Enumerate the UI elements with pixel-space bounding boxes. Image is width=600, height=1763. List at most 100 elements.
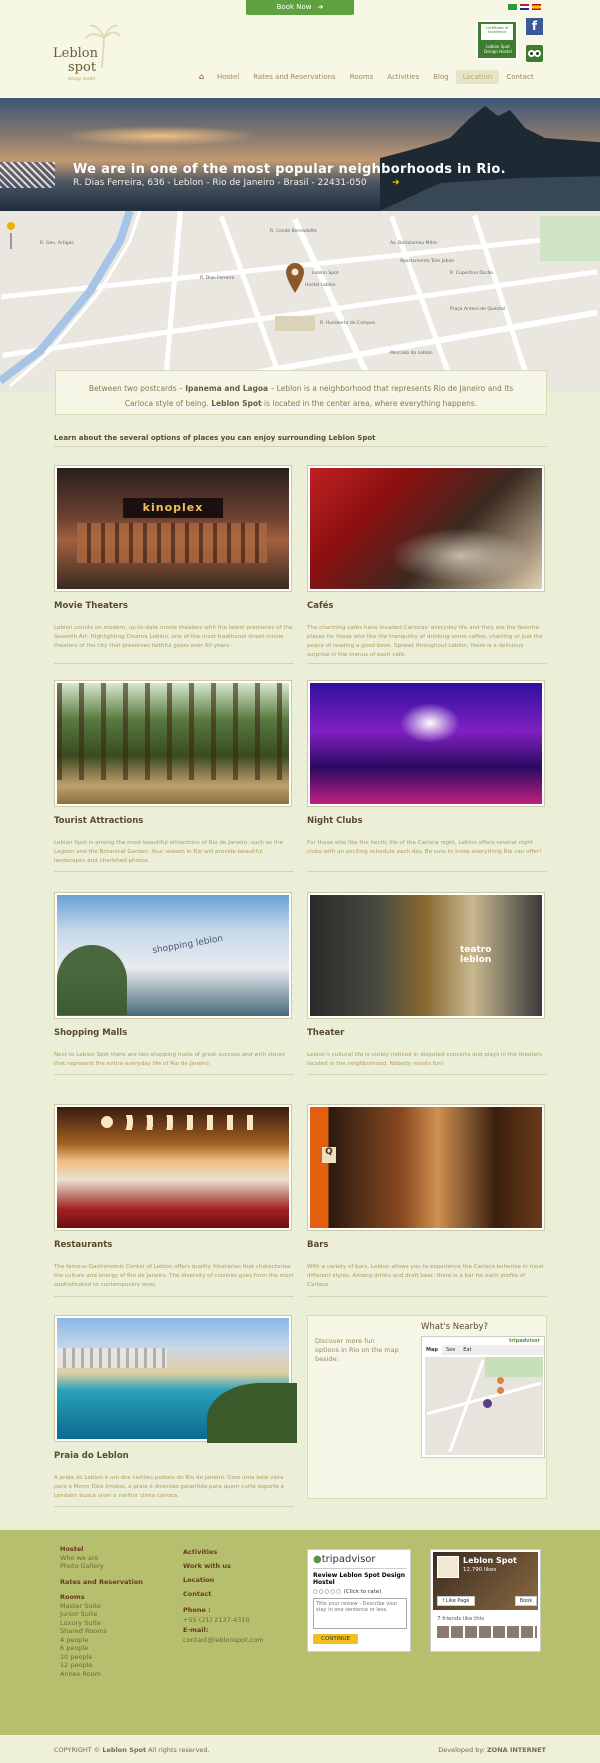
footer-link-location[interactable]: Location — [183, 1573, 293, 1587]
continue-button[interactable]: CONTINUE — [313, 1634, 358, 1644]
copyright-name[interactable]: Leblon Spot — [102, 1746, 146, 1754]
footer-link-who-we-are[interactable]: Who we are — [60, 1554, 170, 1563]
book-now-button[interactable]: Book Now ➜ — [246, 0, 354, 15]
nearby-tabs: Map See Eat — [422, 1345, 544, 1355]
home-icon[interactable]: ⌂ — [196, 70, 210, 84]
divider — [54, 871, 294, 872]
praia-do-leblon-photo[interactable] — [54, 1315, 297, 1443]
footer-link-room[interactable]: Master Suite — [60, 1602, 170, 1611]
nearby-map[interactable] — [425, 1357, 543, 1455]
nav-hostel[interactable]: Hostel — [210, 70, 246, 84]
map-zoom-control[interactable] — [6, 221, 16, 251]
email-link[interactable]: contact@leblonspot.com — [183, 1635, 293, 1645]
owl-icon — [528, 50, 541, 57]
location-map[interactable]: R. Gen. Artigas R. Conde Bernadotte Av. … — [0, 211, 600, 392]
copyright: COPYRIGHT © Leblon Spot All rights reser… — [54, 1746, 210, 1754]
cafes-photo[interactable] — [307, 465, 545, 592]
footer-link-rates[interactable]: Rates and Reservation — [60, 1578, 170, 1587]
movie-theaters-photo[interactable]: kinoplex — [54, 465, 292, 592]
card-desc: Leblon counts on modern, up-to-date movi… — [54, 625, 293, 649]
facebook-page-name[interactable]: Leblon Spot — [463, 1556, 517, 1565]
logo[interactable]: Leblon spot design hostel — [50, 24, 120, 81]
nav-rates[interactable]: Rates and Reservations — [246, 70, 343, 84]
card-title-night-clubs[interactable]: Night Clubs — [307, 816, 363, 826]
tripadvisor-logo: ●tripadvisor — [313, 1554, 376, 1565]
footer-link-room[interactable]: 6 people — [60, 1644, 170, 1653]
divider — [54, 663, 294, 664]
footer-col-hostel: Hostel Who we are Photo Gallery Rates an… — [60, 1545, 170, 1678]
card-title-tourist-attractions[interactable]: Tourist Attractions — [54, 816, 143, 826]
arrow-right-icon[interactable]: ➜ — [392, 178, 400, 188]
nearby-marker-icon[interactable] — [497, 1387, 504, 1394]
card-desc: Leblon Spot is among the most beautiful … — [54, 840, 284, 864]
card-title-restaurants[interactable]: Restaurants — [54, 1240, 112, 1250]
book-button[interactable]: Book — [515, 1596, 537, 1606]
nav-contact[interactable]: Contact — [499, 70, 540, 84]
hotel-marker-icon[interactable] — [483, 1399, 492, 1408]
map-pin-icon[interactable] — [286, 263, 304, 293]
card-title-bars[interactable]: Bars — [307, 1240, 328, 1250]
footer-link-hostel[interactable]: Hostel — [60, 1545, 170, 1554]
tab-see[interactable]: See — [442, 1345, 459, 1355]
sunset-glow — [60, 126, 260, 146]
card-title-shopping-malls[interactable]: Shopping Malls — [54, 1028, 127, 1038]
shopping-malls-photo[interactable]: shopping leblon — [54, 892, 292, 1019]
map-label: R. Conde Bernadotte — [270, 229, 317, 234]
tab-eat[interactable]: Eat — [459, 1345, 475, 1355]
logo-tagline: design hostel — [68, 76, 95, 81]
map-label: Praça Antero de Quental — [450, 307, 506, 312]
facebook-icon[interactable]: f — [526, 18, 543, 35]
tripadvisor-nearby-widget[interactable]: tripadvisor Map See Eat — [421, 1336, 545, 1458]
footer-link-work-with-us[interactable]: Work with us — [183, 1559, 293, 1573]
tripadvisor-certificate-badge[interactable]: Certificate of Excellence Leblon Spot De… — [476, 20, 518, 60]
theater-photo[interactable]: teatro leblon — [307, 892, 545, 1019]
section-heading: Learn about the several options of place… — [54, 434, 376, 442]
footer-link-room[interactable]: Luxury Suite — [60, 1619, 170, 1628]
flag-brazil-icon[interactable] — [508, 4, 517, 10]
footer-link-room[interactable]: Shared Rooms — [60, 1627, 170, 1636]
footer-link-room[interactable]: Annex Room — [60, 1670, 170, 1679]
review-title[interactable]: Review Leblon Spot Design Hostel — [313, 1572, 407, 1586]
developer-credit: Developed by: ZONA INTERNET — [438, 1746, 546, 1754]
footer-link-room[interactable]: 10 people — [60, 1653, 170, 1662]
divider — [54, 446, 547, 447]
nav-activities[interactable]: Activities — [380, 70, 426, 84]
restaurants-photo[interactable] — [54, 1104, 292, 1231]
divider — [307, 1074, 547, 1075]
like-page-button[interactable]: f Like Page — [437, 1596, 475, 1606]
like-page-label: Like Page — [445, 1598, 470, 1604]
review-title-input[interactable]: Title your review - Describe your stay i… — [313, 1598, 407, 1629]
copyright-prefix: COPYRIGHT © — [54, 1746, 103, 1754]
flag-spain-icon[interactable] — [532, 4, 541, 10]
card-title-theater[interactable]: Theater — [307, 1028, 344, 1038]
footer-link-photo-gallery[interactable]: Photo Gallery — [60, 1562, 170, 1571]
card-title-praia-do-leblon[interactable]: Praia do Leblon — [54, 1451, 129, 1461]
footer-link-room[interactable]: Junior Suite — [60, 1610, 170, 1619]
phone-number[interactable]: +55 (21) 2137-4310 — [183, 1615, 293, 1625]
footer-link-room[interactable]: 12 people — [60, 1661, 170, 1670]
friends-avatars[interactable] — [437, 1626, 537, 1638]
map-label: R. Dias Ferreira — [200, 276, 235, 281]
night-clubs-photo[interactable] — [307, 680, 545, 807]
nearby-marker-icon[interactable] — [497, 1377, 504, 1384]
tourist-attractions-photo[interactable] — [54, 680, 292, 807]
nav-rooms[interactable]: Rooms — [343, 70, 381, 84]
rating-row[interactable]: ○○○○○ (Click to rate) — [313, 1589, 381, 1595]
flag-usa-icon[interactable] — [520, 4, 529, 10]
divider — [54, 1074, 294, 1075]
intro-highlight: Ipanema and Lagoa — [185, 384, 269, 393]
developer-link[interactable]: ZONA INTERNET — [487, 1746, 546, 1754]
footer-link-rooms[interactable]: Rooms — [60, 1593, 170, 1602]
card-title-cafes[interactable]: Cafés — [307, 601, 334, 611]
tripadvisor-owl-icon[interactable] — [526, 45, 543, 62]
nav-location[interactable]: Location — [455, 70, 500, 84]
bars-photo[interactable]: Q — [307, 1104, 545, 1231]
nav-blog[interactable]: Blog — [426, 70, 455, 84]
footer-link-activities[interactable]: Activities — [183, 1545, 293, 1559]
intro-text: Between two postcards – — [88, 384, 186, 393]
facebook-page-widget: Leblon Spot 12,790 likes f Like Page Boo… — [430, 1549, 541, 1652]
tab-map[interactable]: Map — [422, 1345, 442, 1355]
card-title-movie-theaters[interactable]: Movie Theaters — [54, 601, 128, 611]
footer-link-room[interactable]: 4 people — [60, 1636, 170, 1645]
footer-link-contact[interactable]: Contact — [183, 1587, 293, 1601]
